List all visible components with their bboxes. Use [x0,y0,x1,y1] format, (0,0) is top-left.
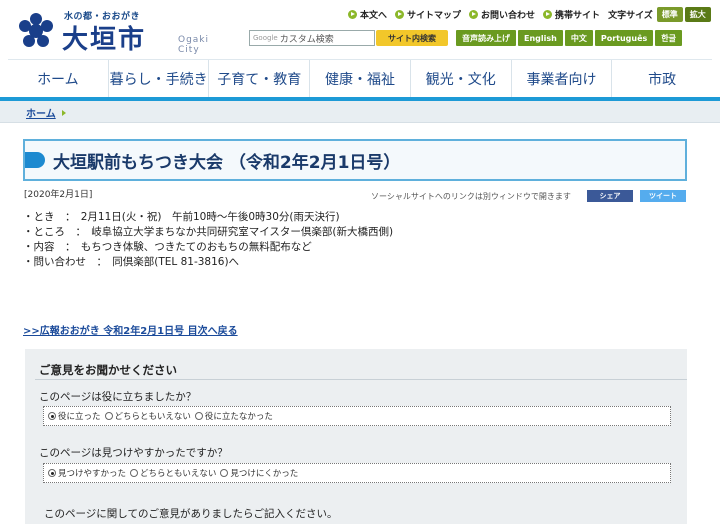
lang-chinese-button[interactable]: 中文 [564,30,593,46]
title-marker-icon [25,152,45,168]
lang-english-button[interactable]: English [518,30,563,46]
search-placeholder: カスタム検索 [279,34,334,45]
nav-item-tourism[interactable]: 観光・文化 [411,60,512,97]
utility-links: 本文へ サイトマップ お問い合わせ 携帯サイト 文字サイズ 標準 拡大 [348,6,713,22]
radio-button[interactable] [194,412,203,420]
logo-title: 大垣市 [62,25,147,55]
search-brand: Google [253,34,278,42]
radio-button[interactable] [130,469,139,477]
radio-button[interactable] [220,469,229,477]
event-place: ・ところ ： 岐阜協立大学まちなか共同研究室マイスター倶楽部(新大橋西側) [23,226,394,238]
logo-english: Ogaki City [178,35,210,55]
useful-option-no[interactable]: 役に立たなかった [194,410,273,422]
facebook-share-button[interactable]: シェア [587,190,633,202]
question-useful: このページは役に立ちましたか？ [39,391,197,403]
contact-link[interactable]: お問い合わせ [469,8,535,21]
nav-item-business[interactable]: 事業者向け [512,60,613,97]
site-search-button[interactable]: サイト内検索 [376,30,448,46]
radio-button[interactable] [48,469,56,477]
nav-item-health[interactable]: 健康・福祉 [310,60,411,97]
page-title: 大垣駅前もちつき大会 （令和2年2月1日号） [53,153,401,173]
findable-option-neutral[interactable]: どちらともいえない [130,467,216,479]
twitter-tweet-button[interactable]: ツイート [640,190,686,202]
findable-option-hard[interactable]: 見つけにくかった [220,467,298,479]
findable-options: 見つけやすかった どちらともいえない 見つけにくかった [43,463,671,483]
social-note: ソーシャルサイトへのリンクは別ウィンドウで開きます [371,192,571,201]
useful-options: 役に立った どちらともいえない 役に立たなかった [43,406,671,426]
publish-date: [2020年2月1日] [24,190,93,200]
nav-item-living[interactable]: 暮らし・手続き [109,60,210,97]
breadcrumb-arrow-icon [61,109,66,116]
font-size-normal-button[interactable]: 標準 [656,6,683,22]
site-logo[interactable]: 水の都・おおがき 大垣市 Ogaki City [14,5,224,55]
findable-option-easy[interactable]: 見つけやすかった [48,467,126,479]
mobile-site-link[interactable]: 携帯サイト [543,8,600,21]
arrow-bullet-icon [395,9,405,19]
lang-korean-button[interactable]: 한글 [655,30,682,46]
radio-button[interactable] [48,412,56,420]
breadcrumb-bar [0,101,720,123]
feedback-header: ご意見をお聞かせください [35,360,687,380]
search-input[interactable]: Google カスタム検索 [249,30,375,46]
nav-item-city-admin[interactable]: 市政 [612,60,712,97]
breadcrumb: ホーム [26,105,66,120]
skip-to-content-link[interactable]: 本文へ [348,8,387,21]
page-title-box: 大垣駅前もちつき大会 （令和2年2月1日号） [23,139,687,181]
event-contact: ・問い合わせ ： 同倶楽部(TEL 81-3816)へ [23,256,240,268]
lang-portuguese-button[interactable]: Português [594,30,654,46]
arrow-bullet-icon [543,9,553,19]
useful-option-neutral[interactable]: どちらともいえない [104,410,191,422]
font-size-large-button[interactable]: 拡大 [684,6,711,22]
back-to-index-link[interactable]: >>広報おおがき 令和2年2月1日号 目次へ戻る [23,322,238,337]
event-content: ・内容 ： もちつき体験、つきたてのおもちの無料配布など [23,241,312,253]
useful-option-yes[interactable]: 役に立った [48,410,101,422]
utility-buttons: 音声読み上げ English 中文 Português 한글 [456,30,684,46]
font-size-label: 文字サイズ [608,10,653,21]
logo-mark-icon [19,13,53,47]
breadcrumb-home-link[interactable]: ホーム [26,105,56,120]
arrow-bullet-icon [469,9,479,19]
nav-item-childcare[interactable]: 子育て・教育 [209,60,311,97]
event-info: ・とき ： 2月11日(火・祝) 午前10時～午後0時30分(雨天決行) ・とこ… [23,210,393,270]
site-header: 水の都・おおがき 大垣市 Ogaki City 本文へ サイトマップ お問い合わ… [0,0,720,58]
nav-item-home[interactable]: ホーム [8,60,109,97]
sitemap-link[interactable]: サイトマップ [395,8,461,21]
radio-button[interactable] [104,412,113,420]
event-time: ・とき ： 2月11日(火・祝) 午前10時～午後0時30分(雨天決行) [23,211,340,223]
question-comments: このページに関してのご意見がありましたらご記入ください。 [44,508,338,520]
question-findable: このページは見つけやすかったですか？ [39,447,228,459]
arrow-bullet-icon [348,9,357,19]
feedback-title: ご意見をお聞かせください [39,363,177,377]
global-nav: ホーム 暮らし・手続き 子育て・教育 健康・福祉 観光・文化 事業者向け 市政 [8,59,712,97]
read-aloud-button[interactable]: 音声読み上げ [456,30,516,46]
